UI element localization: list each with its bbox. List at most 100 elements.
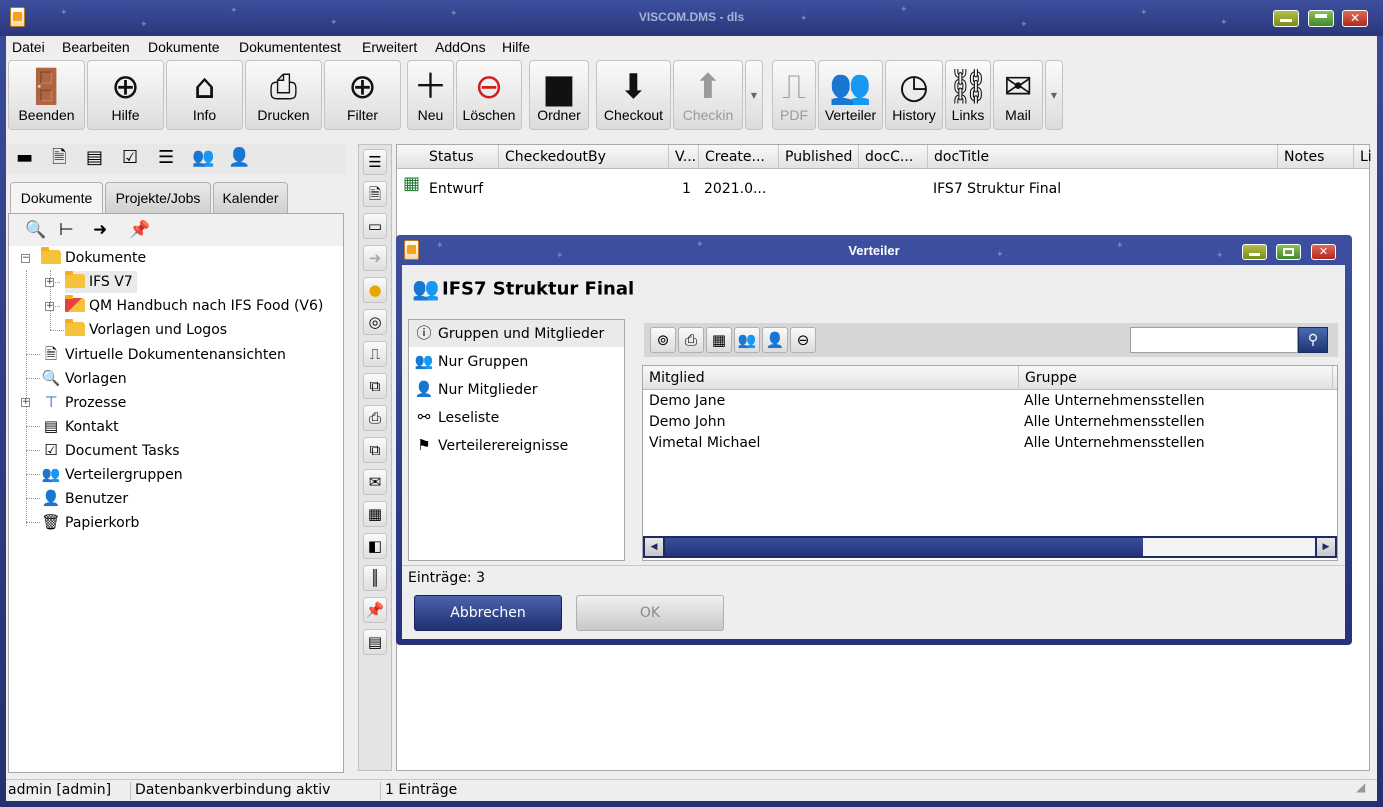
scroll-left-icon[interactable]: ◀ (645, 538, 663, 556)
menu-dokumententest[interactable]: Dokumententest (239, 39, 341, 55)
close-button[interactable]: ✕ (1342, 10, 1368, 27)
mail-forward-icon[interactable]: ✉ (363, 469, 387, 495)
monitor-icon[interactable]: ▭ (363, 213, 387, 239)
printer-icon[interactable]: ⎙ (678, 327, 704, 353)
drucken-button[interactable]: ⎙ Drucken (245, 60, 322, 130)
tree-item-vorlagen[interactable]: 🔍 Vorlagen (41, 367, 127, 389)
menu-dokumente[interactable]: Dokumente (148, 39, 220, 55)
arrow-right-icon[interactable]: ➜ (93, 220, 107, 240)
dialog-minimize-button[interactable] (1242, 244, 1267, 260)
minimize-button[interactable] (1273, 10, 1299, 27)
horizontal-scrollbar[interactable]: ◀ ▶ (643, 536, 1337, 558)
menu-datei[interactable]: Datei (12, 39, 45, 55)
collapse-dokumente[interactable]: − (21, 254, 30, 263)
col-doccategory[interactable]: docC... (859, 145, 928, 169)
task-icon[interactable]: ☑ (122, 147, 138, 169)
tree-item-qm-handbuch[interactable]: QM Handbuch nach IFS Food (V6) (65, 295, 323, 317)
edit-document-icon[interactable]: 🗎 (363, 181, 387, 207)
checkin-button[interactable]: ⬆ Checkin (673, 60, 743, 130)
ok-button[interactable]: OK (576, 595, 724, 631)
loeschen-button[interactable]: ⊖ Löschen (456, 60, 522, 130)
archive-icon[interactable]: ▤ (363, 629, 387, 655)
col-created[interactable]: Create... (699, 145, 779, 169)
nav-leseliste[interactable]: ⚯ Leseliste (409, 404, 624, 431)
user-icon[interactable]: 👤 (228, 147, 250, 169)
expand-qm-handbuch[interactable]: + (45, 302, 54, 311)
neu-button[interactable]: ＋ Neu (407, 60, 454, 130)
expand-prozesse[interactable]: + (21, 398, 30, 407)
col-version[interactable]: V... (669, 145, 699, 169)
pin-icon[interactable]: 📌 (363, 597, 387, 623)
add-group-icon[interactable]: 👥 (734, 327, 760, 353)
tab-dokumente[interactable]: Dokumente (10, 182, 103, 215)
dialog-maximize-button[interactable] (1276, 244, 1301, 260)
col-published[interactable]: Published (779, 145, 859, 169)
col-li[interactable]: Li (1354, 145, 1374, 169)
users-icon[interactable]: 👥 (192, 147, 214, 169)
menu-addons[interactable]: AddOns (435, 39, 486, 55)
filter-button[interactable]: ⊕ Filter (324, 60, 401, 130)
col-mitglied[interactable]: Mitglied (643, 366, 1019, 390)
tab-projekte-jobs[interactable]: Projekte/Jobs (105, 182, 211, 214)
info-button[interactable]: ⌂ Info (166, 60, 243, 130)
col-notes[interactable]: Notes (1278, 145, 1354, 169)
duplicate-icon[interactable]: ⧉ (363, 437, 387, 463)
printer-icon[interactable]: ⎙ (363, 405, 387, 431)
nav-nur-gruppen[interactable]: 👥 Nur Gruppen (409, 348, 624, 375)
list-icon[interactable]: ☰ (158, 147, 174, 169)
tree-item-benutzer[interactable]: 👤 Benutzer (41, 487, 129, 509)
contact-card-icon[interactable]: ▤ (86, 147, 103, 169)
menu-erweitert[interactable]: Erweitert (362, 39, 417, 55)
links-button[interactable]: ⛓ Links (945, 60, 991, 130)
copy-document-icon[interactable]: ⧉ (363, 373, 387, 399)
tab-kalender[interactable]: Kalender (213, 182, 288, 214)
mail-button[interactable]: ✉ Mail (993, 60, 1043, 130)
expand-ifs-v7[interactable]: + (45, 278, 54, 287)
badge-icon[interactable]: ● (363, 277, 387, 303)
xls-export-icon[interactable]: ▦ (706, 327, 732, 353)
dialog-close-button[interactable]: ✕ (1311, 244, 1336, 260)
verteiler-button[interactable]: 👥 Verteiler (818, 60, 883, 130)
tree-item-prozesse[interactable]: ⊤ Prozesse (41, 391, 126, 413)
resize-grip-icon[interactable]: ◢ (1356, 780, 1365, 794)
tree-item-virtuelle-ansichten[interactable]: 🗎 Virtuelle Dokumentenansichten (41, 343, 286, 365)
menu-bearbeiten[interactable]: Bearbeiten (62, 39, 130, 55)
history-button[interactable]: ◷ History (885, 60, 943, 130)
folder-icon[interactable]: ▬ (16, 147, 33, 169)
tree-item-ifs-v7[interactable]: IFS V7 (65, 271, 137, 293)
tree-item-vorlagen-logos[interactable]: Vorlagen und Logos (65, 319, 227, 341)
menu-hilfe[interactable]: Hilfe (502, 39, 530, 55)
tree-structure-icon[interactable]: ⊢ (59, 220, 74, 240)
logout-icon[interactable]: ➜ (363, 245, 387, 271)
scrollbar-track[interactable] (1143, 538, 1315, 556)
add-user-icon[interactable]: 👤 (762, 327, 788, 353)
menu-icon[interactable]: ☰ (363, 149, 387, 175)
document-edit-icon[interactable]: 🗎 (52, 147, 66, 169)
cancel-button[interactable]: Abbrechen (414, 595, 562, 631)
tree-item-kontakt[interactable]: ▤ Kontakt (41, 415, 119, 437)
xls-export-icon[interactable]: ▦ (363, 501, 387, 527)
search-folder-icon[interactable]: 🔍 (25, 220, 46, 240)
nav-verteilerereignisse[interactable]: ⚑ Verteilerereignisse (409, 432, 624, 459)
nav-gruppen-mitglieder[interactable]: ⓘ Gruppen und Mitglieder (409, 320, 624, 347)
nav-nur-mitglieder[interactable]: 👤 Nur Mitglieder (409, 376, 624, 403)
scroll-right-icon[interactable]: ▶ (1317, 538, 1335, 556)
pin-icon[interactable]: 📌 (129, 220, 150, 240)
search-input[interactable] (1130, 327, 1298, 353)
col-status[interactable]: Status (423, 145, 499, 169)
mail-dropdown-arrow[interactable]: ▼ (1045, 60, 1063, 130)
col-doctitle[interactable]: docTitle (928, 145, 1278, 169)
scrollbar-thumb[interactable] (665, 538, 1143, 556)
tree-item-document-tasks[interactable]: ☑ Document Tasks (41, 439, 179, 461)
pdf-icon[interactable]: ⎍ (363, 341, 387, 367)
beenden-button[interactable]: 🚪 Beenden (8, 60, 85, 130)
col-checkedoutby[interactable]: CheckedoutBy (499, 145, 669, 169)
tree-item-verteilergruppen[interactable]: 👥 Verteilergruppen (41, 463, 183, 485)
maximize-button[interactable] (1308, 10, 1334, 27)
pdf-button[interactable]: ⎍ PDF (772, 60, 816, 130)
col-gruppe[interactable]: Gruppe (1019, 366, 1333, 390)
tree-item-papierkorb[interactable]: 🗑 Papierkorb (41, 511, 139, 533)
checkout-button[interactable]: ⬇ Checkout (596, 60, 671, 130)
office-icon[interactable]: ◧ (363, 533, 387, 559)
checkin-dropdown-arrow[interactable]: ▼ (745, 60, 763, 130)
